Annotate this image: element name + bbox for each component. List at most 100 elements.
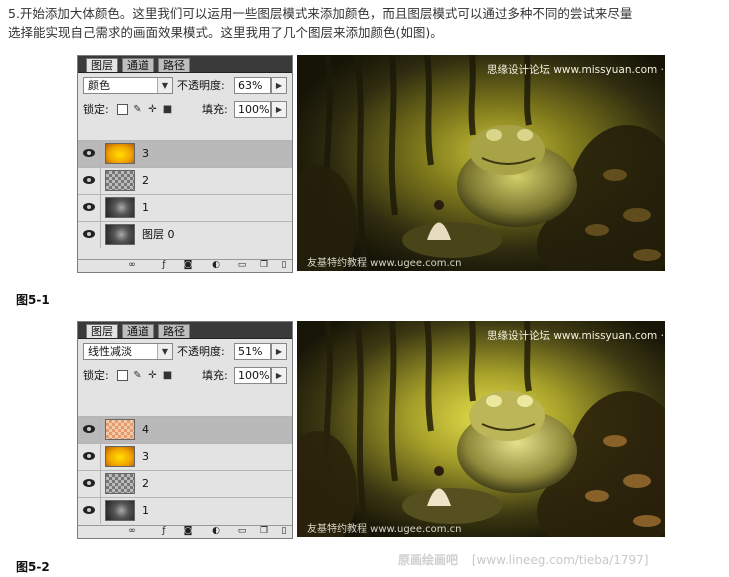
link-layers-icon[interactable]: ∞ bbox=[126, 527, 138, 536]
blend-mode-select[interactable]: 线性减淡 ▼ bbox=[83, 343, 173, 360]
tab-paths[interactable]: 路径 bbox=[158, 58, 190, 72]
visibility-toggle[interactable] bbox=[78, 471, 101, 497]
fill-field[interactable]: 100% bbox=[234, 367, 271, 384]
tab-channels[interactable]: 通道 bbox=[122, 324, 154, 338]
layer-thumbnail bbox=[105, 419, 135, 440]
figure-caption: 图5-2 bbox=[16, 560, 50, 574]
adjustment-layer-icon[interactable]: ◐ bbox=[210, 527, 222, 536]
layer-mask-icon[interactable]: ◙ bbox=[182, 261, 194, 270]
eye-icon bbox=[83, 425, 95, 433]
layer-style-icon[interactable]: ƒ bbox=[158, 527, 170, 536]
layer-name: 1 bbox=[142, 504, 149, 517]
layer-row[interactable]: 3 bbox=[78, 140, 292, 167]
link-layers-icon[interactable]: ∞ bbox=[126, 261, 138, 270]
lock-position-icon[interactable]: ✛ bbox=[147, 370, 158, 381]
layer-row[interactable]: 2 bbox=[78, 167, 292, 194]
watermark-top: 思缘设计论坛 www.missyuan.com · 友基科技 bbox=[487, 64, 665, 76]
lock-all-icon[interactable]: ■ bbox=[162, 370, 173, 381]
layer-mask-icon[interactable]: ◙ bbox=[182, 527, 194, 536]
layer-thumbnail bbox=[105, 197, 135, 218]
layers-panel-fig2: 图层 通道 路径 线性减淡 ▼ 不透明度: 51% ▶ 锁定: ✎ ✛ ■ 填充… bbox=[77, 321, 293, 539]
opacity-slider-button[interactable]: ▶ bbox=[271, 77, 287, 94]
blend-mode-value: 线性减淡 bbox=[88, 345, 132, 358]
tab-channels[interactable]: 通道 bbox=[122, 58, 154, 72]
opacity-field[interactable]: 63% bbox=[234, 77, 271, 94]
lock-image-icon[interactable]: ✎ bbox=[132, 370, 143, 381]
eye-icon bbox=[83, 149, 95, 157]
watermark-top: 思缘设计论坛 www.missyuan.com · 友基科技 bbox=[487, 330, 665, 342]
new-group-icon[interactable]: ▭ bbox=[236, 261, 248, 270]
fill-slider-button[interactable]: ▶ bbox=[271, 367, 287, 384]
tab-paths[interactable]: 路径 bbox=[158, 324, 190, 338]
new-layer-icon[interactable]: ❐ bbox=[258, 261, 270, 270]
layer-row[interactable]: 图层 0 bbox=[78, 221, 292, 248]
panel-tabbar: 图层 通道 路径 bbox=[78, 56, 292, 73]
opacity-field[interactable]: 51% bbox=[234, 343, 271, 360]
artwork-illustration bbox=[297, 55, 665, 271]
layer-row[interactable]: 4 bbox=[78, 416, 292, 443]
lock-label: 锁定: bbox=[83, 369, 109, 382]
eye-icon bbox=[83, 479, 95, 487]
layer-thumbnail bbox=[105, 224, 135, 245]
new-group-icon[interactable]: ▭ bbox=[236, 527, 248, 536]
layer-partial-top bbox=[78, 126, 292, 138]
visibility-toggle[interactable] bbox=[78, 498, 101, 524]
layer-name: 1 bbox=[142, 201, 149, 214]
lock-transparency-icon[interactable] bbox=[117, 370, 128, 381]
lock-all-icon[interactable]: ■ bbox=[162, 104, 173, 115]
delete-layer-icon[interactable]: ▯ bbox=[278, 527, 290, 536]
fill-slider-button[interactable]: ▶ bbox=[271, 101, 287, 118]
layer-row[interactable]: 1 bbox=[78, 497, 292, 524]
layer-row[interactable]: 2 bbox=[78, 470, 292, 497]
panel-tabbar: 图层 通道 路径 bbox=[78, 322, 292, 339]
opacity-label: 不透明度: bbox=[177, 79, 225, 92]
blend-row: 线性减淡 ▼ 不透明度: 51% ▶ bbox=[78, 343, 292, 363]
blend-mode-select[interactable]: 颜色 ▼ bbox=[83, 77, 173, 94]
chevron-down-icon: ▼ bbox=[157, 344, 172, 359]
layer-name: 2 bbox=[142, 174, 149, 187]
opacity-slider-button[interactable]: ▶ bbox=[271, 343, 287, 360]
artwork-fig2: 思缘设计论坛 www.missyuan.com · 友基科技 友基特约教程 ww… bbox=[297, 321, 665, 537]
chevron-down-icon: ▼ bbox=[157, 78, 172, 93]
layer-name: 4 bbox=[142, 423, 149, 436]
layer-row[interactable]: 3 bbox=[78, 443, 292, 470]
fill-label: 填充: bbox=[202, 369, 228, 382]
tab-layers[interactable]: 图层 bbox=[86, 58, 118, 72]
footer-logo: 原画绘画吧 bbox=[398, 553, 459, 567]
delete-layer-icon[interactable]: ▯ bbox=[278, 261, 290, 270]
tab-layers[interactable]: 图层 bbox=[86, 324, 118, 338]
visibility-toggle[interactable] bbox=[78, 195, 101, 221]
eye-icon bbox=[83, 176, 95, 184]
adjustment-layer-icon[interactable]: ◐ bbox=[210, 261, 222, 270]
eye-icon bbox=[83, 230, 95, 238]
visibility-toggle[interactable] bbox=[78, 444, 101, 470]
layer-name: 2 bbox=[142, 477, 149, 490]
intro-line-2: 选择能实现自己需求的画面效果模式。这里我用了几个图层来添加颜色(如图)。 bbox=[8, 25, 443, 40]
figure-caption: 图5-1 bbox=[16, 293, 50, 307]
fill-field[interactable]: 100% bbox=[234, 101, 271, 118]
lock-row: 锁定: ✎ ✛ ■ 填充: 100% ▶ bbox=[78, 367, 292, 387]
intro-paragraph: 5.开始添加大体颜色。这里我们可以运用一些图层模式来添加颜色，而且图层模式可以通… bbox=[8, 4, 723, 42]
panel-footer: ∞ ƒ ◙ ◐ ▭ ❐ ▯ bbox=[78, 525, 292, 538]
layer-partial-top bbox=[78, 408, 292, 415]
visibility-toggle[interactable] bbox=[78, 417, 101, 443]
layer-name: 3 bbox=[142, 147, 149, 160]
lock-label: 锁定: bbox=[83, 103, 109, 116]
layer-style-icon[interactable]: ƒ bbox=[158, 261, 170, 270]
footer-url: [www.lineeg.com/tieba/1797] bbox=[471, 553, 649, 567]
visibility-toggle[interactable] bbox=[78, 222, 101, 248]
lock-image-icon[interactable]: ✎ bbox=[132, 104, 143, 115]
visibility-toggle[interactable] bbox=[78, 168, 101, 194]
lock-transparency-icon[interactable] bbox=[117, 104, 128, 115]
visibility-toggle[interactable] bbox=[78, 141, 101, 167]
artwork-fig1: 思缘设计论坛 www.missyuan.com · 友基科技 友基特约教程 ww… bbox=[297, 55, 665, 271]
opacity-label: 不透明度: bbox=[177, 345, 225, 358]
new-layer-icon[interactable]: ❐ bbox=[258, 527, 270, 536]
lock-position-icon[interactable]: ✛ bbox=[147, 104, 158, 115]
fill-label: 填充: bbox=[202, 103, 228, 116]
eye-icon bbox=[83, 452, 95, 460]
blend-row: 颜色 ▼ 不透明度: 63% ▶ bbox=[78, 77, 292, 97]
layer-row[interactable]: 1 bbox=[78, 194, 292, 221]
watermark-bottom: 友基特约教程 www.ugee.com.cn bbox=[307, 524, 462, 535]
lock-row: 锁定: ✎ ✛ ■ 填充: 100% ▶ bbox=[78, 101, 292, 121]
